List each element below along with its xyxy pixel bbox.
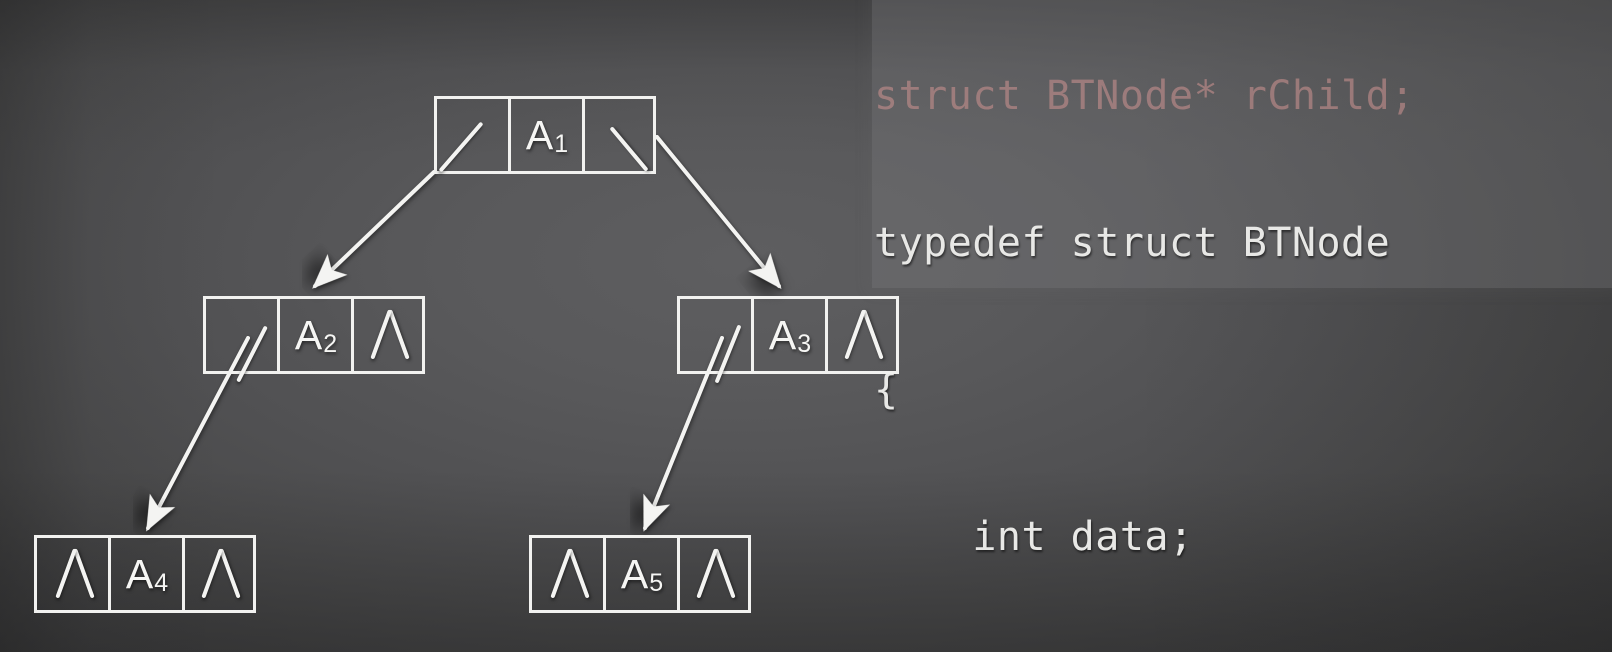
node-a5-data-cell: A5 <box>603 535 677 613</box>
code-block: struct BTNode* rChild; typedef struct BT… <box>874 0 1612 652</box>
node-a2-subscript: 2 <box>323 329 338 358</box>
node-a2-right-pointer-cell[interactable] <box>351 296 425 374</box>
node-a2-left-pointer-cell[interactable] <box>203 296 277 383</box>
pointer-tick-icon <box>438 121 484 173</box>
node-a1-data-cell: A1 <box>508 96 582 174</box>
code-line-0: typedef struct BTNode <box>874 220 1391 266</box>
node-a5-subscript: 5 <box>649 568 664 597</box>
node-a5-left-pointer-cell[interactable] <box>529 535 603 613</box>
node-a1-right-pointer-cell[interactable] <box>582 96 656 174</box>
slide-canvas: struct BTNode* rChild; typedef struct BT… <box>0 0 1612 652</box>
tree-node-a2[interactable]: A2 <box>203 296 425 383</box>
null-pointer-icon <box>545 549 591 599</box>
code-line-clipped: struct BTNode* rChild; <box>874 73 1415 119</box>
code-line-1: { <box>874 367 899 413</box>
code-line-2: int data; <box>874 514 1194 560</box>
node-a1-subscript: 1 <box>554 129 569 158</box>
null-pointer-icon <box>839 310 885 360</box>
node-a4-data-cell: A4 <box>108 535 182 613</box>
node-a1-label: A <box>525 111 554 158</box>
node-a5-right-pointer-cell[interactable] <box>677 535 751 613</box>
node-a2-data-cell: A2 <box>277 296 351 374</box>
node-a3-left-pointer-cell[interactable] <box>677 296 751 384</box>
node-a1-left-pointer-cell[interactable] <box>434 96 508 174</box>
null-pointer-icon <box>365 310 411 360</box>
node-a3-label: A <box>768 311 797 358</box>
node-a2-label: A <box>294 311 323 358</box>
node-a5-label: A <box>620 550 649 597</box>
tree-node-a1[interactable]: A1 <box>434 96 656 174</box>
node-a4-label: A <box>125 550 154 597</box>
node-a3-right-pointer-cell[interactable] <box>825 296 899 374</box>
tree-node-a3[interactable]: A3 <box>677 296 899 384</box>
null-pointer-icon <box>50 549 96 599</box>
node-a4-left-pointer-cell[interactable] <box>34 535 108 613</box>
pointer-tick-icon <box>609 126 649 172</box>
node-a3-subscript: 3 <box>797 329 812 358</box>
tree-node-a5[interactable]: A5 <box>529 535 751 613</box>
tree-node-a4[interactable]: A4 <box>34 535 256 613</box>
node-a4-right-pointer-cell[interactable] <box>182 535 256 613</box>
null-pointer-icon <box>691 549 737 599</box>
node-a4-subscript: 4 <box>154 568 169 597</box>
null-pointer-icon <box>196 549 242 599</box>
node-a3-data-cell: A3 <box>751 296 825 374</box>
pointer-tick-icon <box>236 325 268 383</box>
